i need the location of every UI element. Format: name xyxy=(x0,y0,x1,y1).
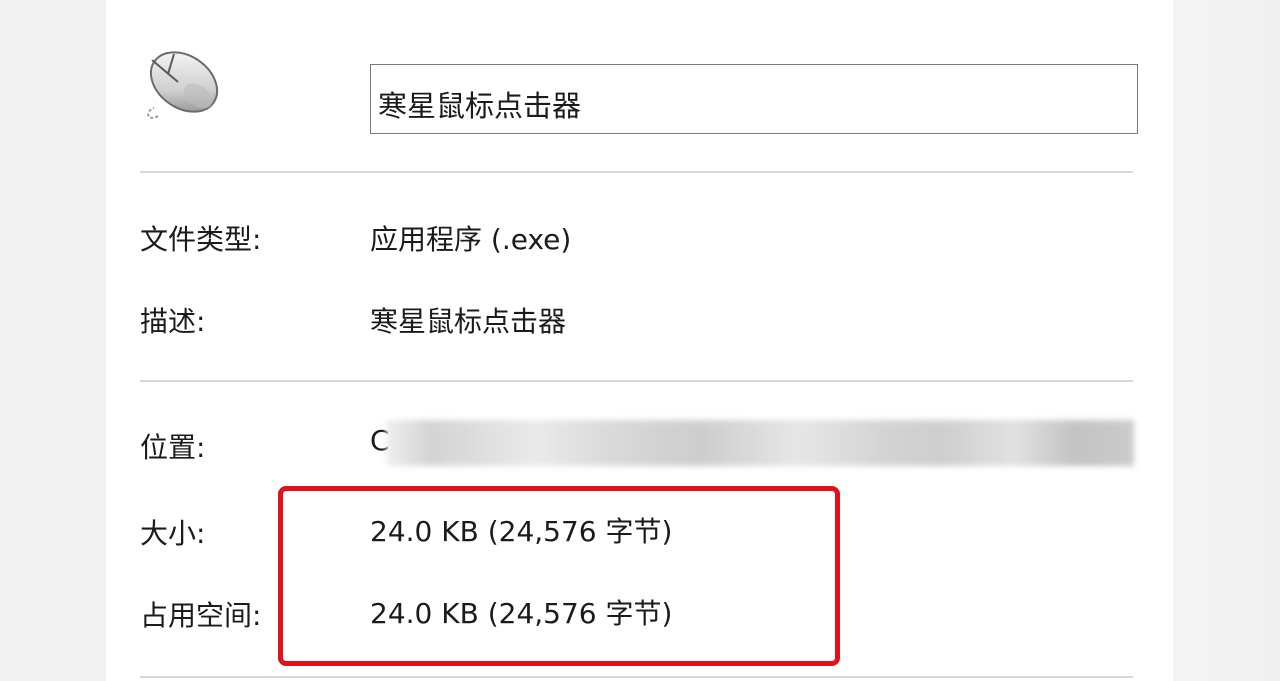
highlight-box xyxy=(278,486,840,666)
divider-top xyxy=(140,171,1133,173)
size-label: 大小: xyxy=(140,517,206,550)
mouse-icon xyxy=(147,51,219,119)
disk-size-label: 占用空间: xyxy=(140,599,262,632)
file-type-value: 应用程序 (.exe) xyxy=(370,223,572,256)
location-redaction xyxy=(386,420,1134,466)
file-name-input[interactable] xyxy=(370,64,1138,134)
description-label: 描述: xyxy=(140,305,206,338)
divider-bottom xyxy=(140,676,1133,678)
window-background xyxy=(1173,0,1280,681)
location-label: 位置: xyxy=(140,431,206,464)
description-value: 寒星鼠标点击器 xyxy=(370,305,567,338)
file-type-label: 文件类型: xyxy=(140,223,262,256)
divider-middle xyxy=(140,380,1133,382)
